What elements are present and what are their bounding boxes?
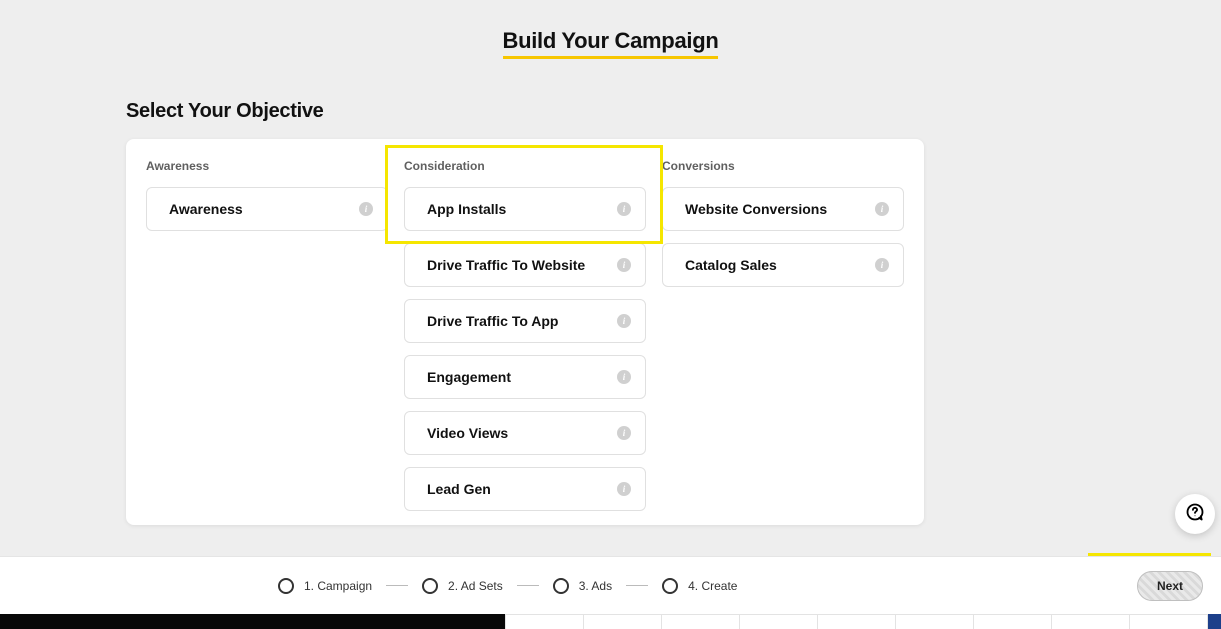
info-icon[interactable]: i	[617, 370, 631, 384]
column-consideration: Consideration App Installs i Drive Traff…	[404, 159, 646, 523]
info-icon[interactable]: i	[875, 202, 889, 216]
info-icon[interactable]: i	[617, 314, 631, 328]
step-create[interactable]: 4. Create	[662, 578, 737, 594]
step-label: 3. Ads	[579, 579, 612, 593]
step-circle-icon	[278, 578, 294, 594]
column-awareness: Awareness Awareness i	[146, 159, 388, 523]
objective-label: Awareness	[169, 201, 243, 217]
objective-label: Website Conversions	[685, 201, 827, 217]
step-circle-icon	[422, 578, 438, 594]
info-icon[interactable]: i	[617, 482, 631, 496]
objective-catalog-sales[interactable]: Catalog Sales i	[662, 243, 904, 287]
step-label: 1. Campaign	[304, 579, 372, 593]
step-connector	[626, 585, 648, 586]
help-button[interactable]	[1175, 494, 1215, 534]
objective-label: Catalog Sales	[685, 257, 777, 273]
step-connector	[386, 585, 408, 586]
objective-engagement[interactable]: Engagement i	[404, 355, 646, 399]
objective-label: Drive Traffic To App	[427, 313, 558, 329]
bottom-strip	[0, 614, 1221, 629]
column-header-conversions: Conversions	[662, 159, 904, 173]
column-header-consideration: Consideration	[404, 159, 646, 173]
objective-label: Video Views	[427, 425, 508, 441]
objective-app-installs[interactable]: App Installs i	[404, 187, 646, 231]
objective-video-views[interactable]: Video Views i	[404, 411, 646, 455]
objective-lead-gen[interactable]: Lead Gen i	[404, 467, 646, 511]
step-ad-sets[interactable]: 2. Ad Sets	[422, 578, 503, 594]
stepper: 1. Campaign 2. Ad Sets 3. Ads 4. Create	[278, 578, 737, 594]
objective-panel: Awareness Awareness i Consideration App …	[126, 139, 924, 525]
info-icon[interactable]: i	[617, 426, 631, 440]
help-icon	[1185, 502, 1205, 527]
step-label: 4. Create	[688, 579, 737, 593]
info-icon[interactable]: i	[875, 258, 889, 272]
next-button-label: Next	[1157, 579, 1183, 593]
step-label: 2. Ad Sets	[448, 579, 503, 593]
objective-website-conversions[interactable]: Website Conversions i	[662, 187, 904, 231]
objective-label: Drive Traffic To Website	[427, 257, 585, 273]
column-header-awareness: Awareness	[146, 159, 388, 173]
objective-drive-traffic-website[interactable]: Drive Traffic To Website i	[404, 243, 646, 287]
info-icon[interactable]: i	[617, 258, 631, 272]
step-campaign[interactable]: 1. Campaign	[278, 578, 372, 594]
column-conversions: Conversions Website Conversions i Catalo…	[662, 159, 904, 523]
step-connector	[517, 585, 539, 586]
step-circle-icon	[553, 578, 569, 594]
section-heading: Select Your Objective	[126, 100, 324, 123]
step-ads[interactable]: 3. Ads	[553, 578, 612, 594]
page-title: Build Your Campaign	[503, 28, 719, 59]
objective-drive-traffic-app[interactable]: Drive Traffic To App i	[404, 299, 646, 343]
info-icon[interactable]: i	[617, 202, 631, 216]
objective-label: Engagement	[427, 369, 511, 385]
step-circle-icon	[662, 578, 678, 594]
next-button[interactable]: Next	[1137, 571, 1203, 601]
objective-label: App Installs	[427, 201, 506, 217]
info-icon[interactable]: i	[359, 202, 373, 216]
objective-label: Lead Gen	[427, 481, 491, 497]
objective-awareness[interactable]: Awareness i	[146, 187, 388, 231]
footer-bar: 1. Campaign 2. Ad Sets 3. Ads 4. Create …	[0, 556, 1221, 614]
